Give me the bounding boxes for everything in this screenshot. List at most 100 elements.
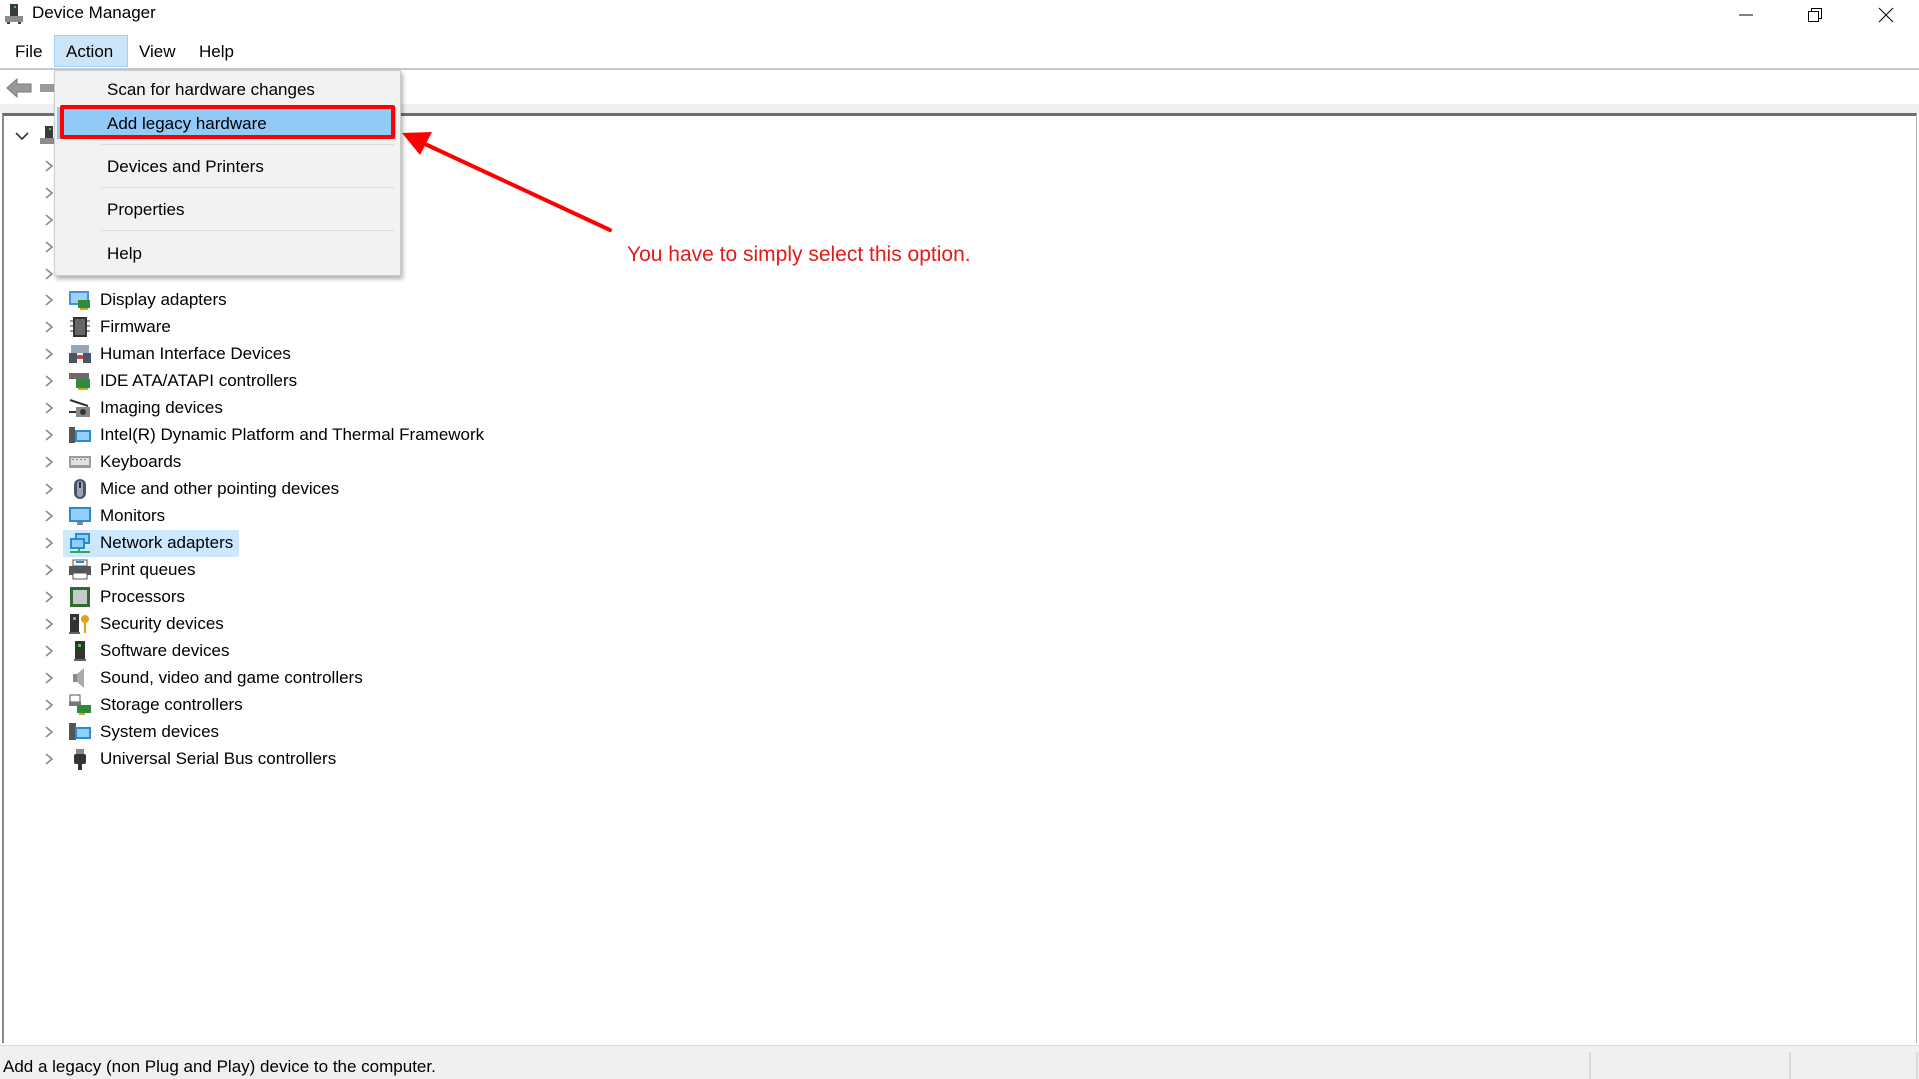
chevron-down-icon[interactable] [14,130,30,142]
status-divider [1589,1052,1591,1079]
close-icon [1878,7,1894,23]
tree-item-label: System devices [100,722,220,741]
chevron-right-icon[interactable] [42,509,56,523]
chevron-right-icon[interactable] [42,482,56,496]
menu-item-scan-hardware[interactable]: Scan for hardware changes [57,73,396,105]
restore-button[interactable] [1785,0,1845,30]
chevron-right-icon[interactable] [42,644,56,658]
chevron-right-icon[interactable] [42,536,56,550]
chevron-right-icon[interactable] [42,698,56,712]
status-bar: Add a legacy (non Plug and Play) device … [0,1045,1919,1079]
tree-item[interactable]: Human Interface Devices [4,341,604,368]
system-device-icon [69,723,91,740]
back-arrow-icon[interactable] [6,78,32,98]
tree-item-label: Processors [100,587,186,606]
tree-item-label: Storage controllers [100,695,243,714]
menu-file[interactable]: File [4,35,53,67]
device-manager-icon [5,4,23,24]
tree-item[interactable]: Sound, video and game controllers [4,665,604,692]
chevron-right-icon[interactable] [42,374,56,388]
tree-item-label: Print queues [100,560,196,579]
tree-item-label: Mice and other pointing devices [100,479,340,498]
menu-bar: File Action View Help [0,35,1919,67]
menu-help[interactable]: Help [188,35,245,67]
minimize-button[interactable] [1716,0,1776,30]
tree-item[interactable]: Display adapters [4,287,604,314]
tree-item-label: Software devices [100,641,230,660]
ide-controller-icon [69,373,90,390]
hid-icon [69,345,91,363]
tree-item[interactable]: Network adapters [4,530,604,557]
mouse-icon [74,479,86,499]
tree-item-label: Monitors [100,506,166,525]
menu-item-properties[interactable]: Properties [57,193,396,225]
tree-item[interactable]: Software devices [4,638,604,665]
tree-item-label: Imaging devices [100,398,223,417]
tree-item-label: Firmware [100,317,171,336]
menu-view[interactable]: View [128,35,187,67]
tree-item[interactable]: Mice and other pointing devices [4,476,604,503]
computer-icon [69,427,91,443]
chevron-right-icon[interactable] [42,617,56,631]
chevron-right-icon[interactable] [42,752,56,766]
menu-item-devices-printers[interactable]: Devices and Printers [57,150,396,182]
menu-item-help[interactable]: Help [57,237,396,269]
tree-item-label: IDE ATA/ATAPI controllers [100,371,298,390]
annotation-highlight-box [60,105,395,139]
toolbar-icon[interactable] [40,82,54,94]
tree-item-label: Universal Serial Bus controllers [100,749,337,768]
tree-item[interactable]: Intel(R) Dynamic Platform and Thermal Fr… [4,422,604,449]
tree-item-label: Intel(R) Dynamic Platform and Thermal Fr… [100,425,485,444]
title-bar: Device Manager [0,0,1919,30]
tree-item-label: Keyboards [100,452,182,471]
chevron-right-icon[interactable] [42,401,56,415]
menu-action[interactable]: Action [54,35,128,67]
tree-item[interactable]: Processors [4,584,604,611]
restore-icon [1808,8,1822,22]
chevron-right-icon[interactable] [42,563,56,577]
printer-icon [69,559,91,580]
tree-item-label: Network adapters [100,533,234,552]
tree-item-label: Human Interface Devices [100,344,291,363]
tree-item-label: Display adapters [100,290,227,309]
status-divider [1916,1052,1918,1079]
firmware-chip-icon [70,317,90,337]
tree-item[interactable]: Security devices [4,611,604,638]
chevron-right-icon[interactable] [42,347,56,361]
security-device-icon [69,614,89,634]
tree-item[interactable]: System devices [4,719,604,746]
chevron-right-icon[interactable] [42,455,56,469]
status-divider [1789,1052,1791,1079]
tree-item[interactable]: Monitors [4,503,604,530]
tree-item[interactable]: Print queues [4,557,604,584]
close-button[interactable] [1856,0,1916,30]
storage-controller-icon [69,694,91,715]
minimize-icon [1739,14,1753,16]
chevron-right-icon[interactable] [42,428,56,442]
menu-separator [101,230,394,231]
chevron-right-icon[interactable] [42,725,56,739]
tree-item[interactable]: Keyboards [4,449,604,476]
keyboard-icon [69,456,91,468]
tree-item[interactable]: Storage controllers [4,692,604,719]
tree-item[interactable]: Firmware [4,314,604,341]
speaker-icon [73,668,84,688]
menu-separator [101,144,394,145]
tree-item[interactable]: Imaging devices [4,395,604,422]
monitor-icon [69,507,91,525]
software-device-icon [74,641,86,661]
status-text: Add a legacy (non Plug and Play) device … [3,1057,436,1076]
action-menu-dropdown: Scan for hardware changes Add legacy har… [54,70,401,276]
tree-item[interactable]: Universal Serial Bus controllers [4,746,604,773]
tree-item[interactable]: IDE ATA/ATAPI controllers [4,368,604,395]
camera-icon [69,399,90,417]
display-adapter-icon [69,291,90,310]
chevron-right-icon[interactable] [42,293,56,307]
chevron-right-icon[interactable] [42,320,56,334]
network-adapter-icon [70,533,90,553]
window-title: Device Manager [32,3,156,22]
chevron-right-icon[interactable] [42,590,56,604]
chevron-right-icon[interactable] [42,671,56,685]
processor-icon [70,587,90,607]
menu-separator [101,187,394,188]
